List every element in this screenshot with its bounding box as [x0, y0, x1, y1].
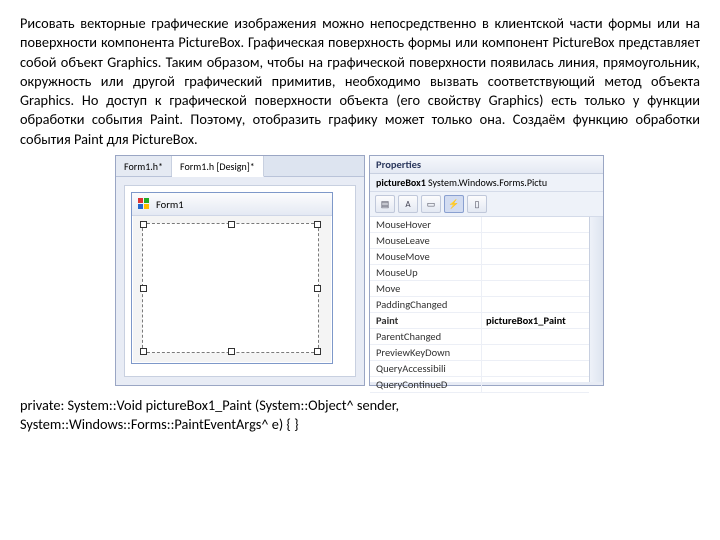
- form-title: Form1: [156, 198, 184, 211]
- picture-box[interactable]: [142, 223, 319, 353]
- tab-design[interactable]: Form1.h [Design]*: [172, 156, 264, 177]
- properties-title: Properties: [370, 156, 603, 174]
- tab-code[interactable]: Form1.h*: [116, 156, 172, 176]
- events-button[interactable]: ⚡: [444, 195, 464, 213]
- properties-pane: Properties pictureBox1 System.Windows.Fo…: [369, 155, 604, 386]
- props-button[interactable]: ▭: [421, 195, 441, 213]
- alpha-button[interactable]: A: [398, 195, 418, 213]
- tabstrip: Form1.h* Form1.h [Design]*: [116, 156, 364, 177]
- pages-button[interactable]: ▯: [467, 195, 487, 213]
- events-grid[interactable]: MouseHover MouseLeave MouseMove MouseUp …: [370, 217, 589, 382]
- ide-figure: Form1.h* Form1.h [Design]* Form1: [115, 155, 605, 386]
- code-snippet: private: System::Void pictureBox1_Paint …: [20, 396, 700, 435]
- properties-toolbar: ▤ A ▭ ⚡ ▯: [370, 192, 603, 217]
- properties-object[interactable]: pictureBox1 System.Windows.Forms.Pictu: [370, 174, 603, 192]
- form-canvas: Form1: [124, 185, 356, 377]
- form-titlebar: Form1: [132, 193, 332, 216]
- body-paragraph: Рисовать векторные графические изображен…: [20, 14, 700, 149]
- window-icon: [138, 198, 151, 210]
- scrollbar[interactable]: [589, 217, 603, 382]
- form-window[interactable]: Form1: [131, 192, 333, 364]
- categorize-button[interactable]: ▤: [375, 195, 395, 213]
- designer-pane: Form1.h* Form1.h [Design]* Form1: [115, 155, 365, 386]
